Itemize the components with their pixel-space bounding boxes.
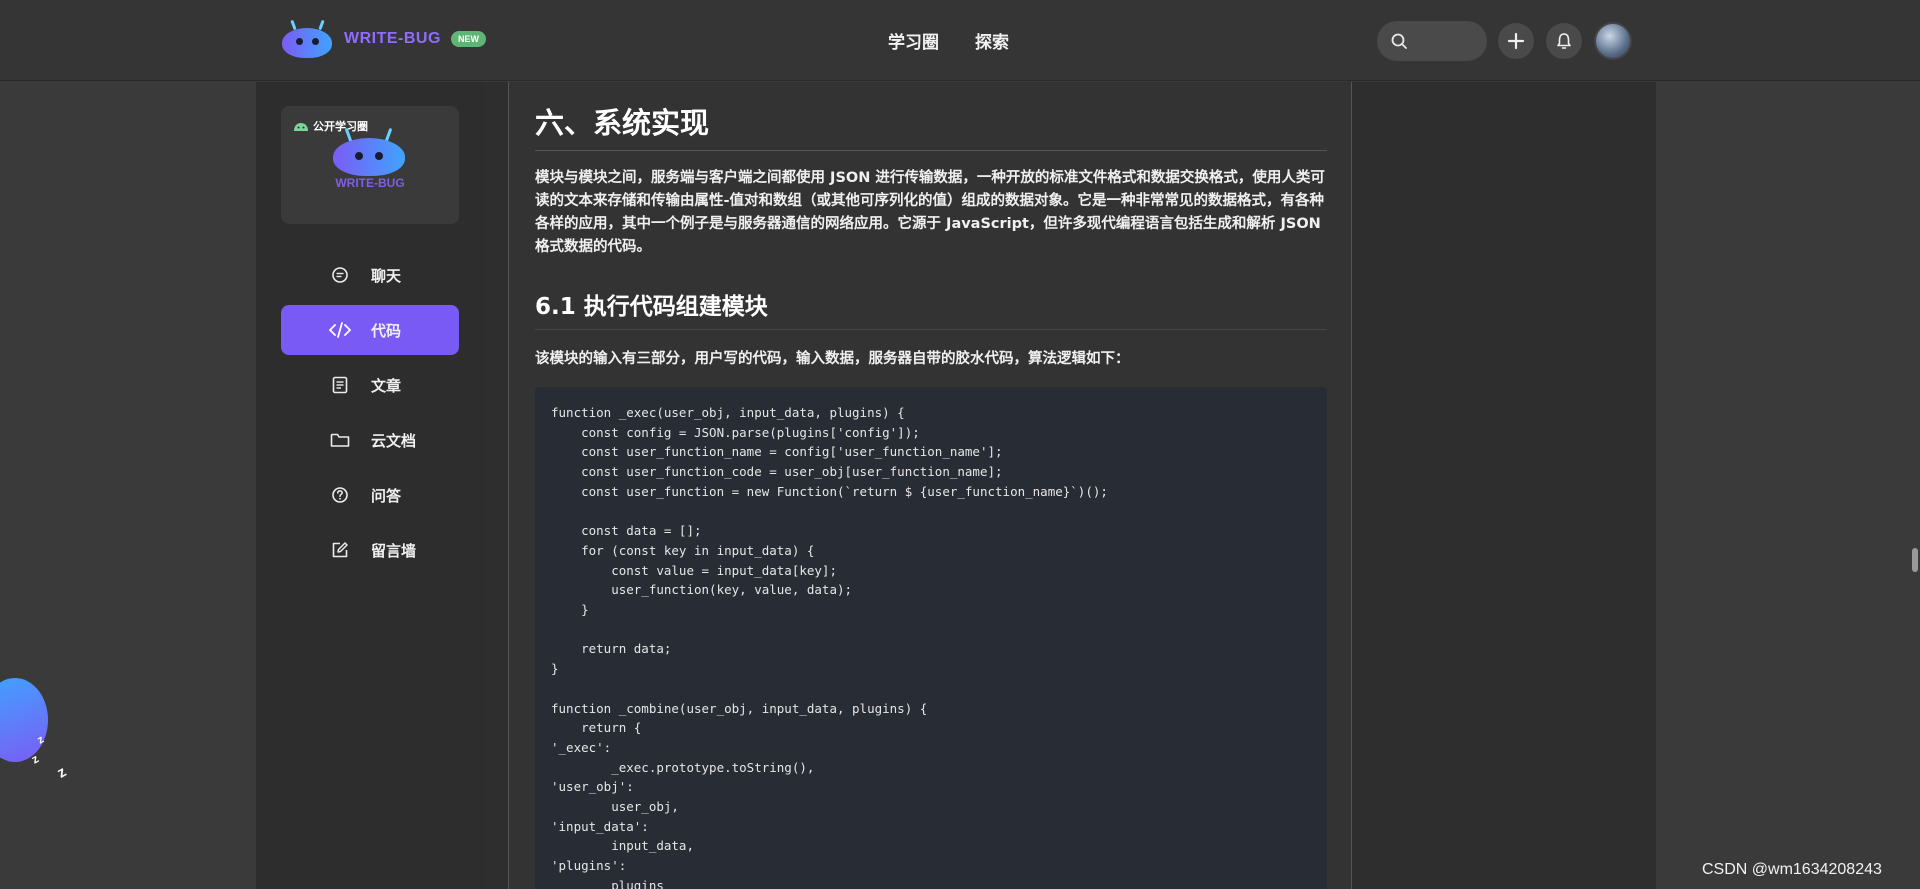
android-icon <box>294 122 308 131</box>
circle-name: WRITE-BUG <box>335 176 405 190</box>
edit-icon <box>329 541 351 559</box>
sidebar-item-qa[interactable]: 问答 <box>281 470 459 520</box>
sidebar-item-cloud-docs[interactable]: 云文档 <box>281 415 459 465</box>
sidebar-item-message-wall[interactable]: 留言墙 <box>281 525 459 575</box>
sidebar-item-chat[interactable]: 聊天 <box>281 250 459 300</box>
code-icon <box>329 322 351 338</box>
bell-icon <box>1557 33 1571 49</box>
sidebar-item-label: 聊天 <box>371 266 402 285</box>
brand-name: WRITE-BUG <box>344 30 441 47</box>
code-block[interactable]: function _exec(user_obj, input_data, plu… <box>535 387 1327 889</box>
article-panel: 六、系统实现 模块与模块之间，服务端与客户端之间都使用 JSON 进行传输数据，… <box>508 82 1352 889</box>
notifications-button[interactable] <box>1546 23 1582 59</box>
scrollbar-thumb[interactable] <box>1912 548 1918 572</box>
circle-mascot-icon <box>333 127 405 176</box>
add-button[interactable] <box>1498 23 1534 59</box>
article-body: 六、系统实现 模块与模块之间，服务端与客户端之间都使用 JSON 进行传输数据，… <box>535 100 1327 889</box>
search-icon <box>1391 33 1407 49</box>
top-bar: WRITE-BUG NEW 学习圈 探索 <box>0 0 1920 81</box>
sidebar-item-label: 代码 <box>371 321 402 340</box>
nav-study-circle[interactable]: 学习圈 <box>888 28 939 53</box>
page-scrollbar[interactable] <box>1910 82 1920 889</box>
sleeping-mascot-icon <box>0 678 48 762</box>
question-icon <box>329 486 351 504</box>
subsection-heading: 6.1 执行代码组建模块 <box>535 287 1327 330</box>
brand-logo[interactable]: WRITE-BUG NEW <box>280 19 486 58</box>
sidebar-item-label: 文章 <box>371 376 402 395</box>
search-box[interactable] <box>1377 21 1487 61</box>
article-icon <box>329 376 351 394</box>
study-circle-card[interactable]: 公开学习圈 WRITE-BUG <box>281 106 459 224</box>
sidebar-item-code[interactable]: 代码 <box>281 305 459 355</box>
module-description: 该模块的输入有三部分，用户写的代码，输入数据，服务器自带的胶水代码，算法逻辑如下… <box>535 351 1130 367</box>
chat-icon <box>329 266 351 284</box>
new-badge: NEW <box>450 31 486 47</box>
user-avatar[interactable] <box>1594 22 1632 60</box>
sleeping-mascot[interactable]: z z z <box>0 672 69 782</box>
folder-icon <box>329 432 351 448</box>
nav-explore[interactable]: 探索 <box>975 28 1009 53</box>
sidebar: 公开学习圈 WRITE-BUG 聊天 代码 文章 云文档 问答 留言墙 <box>256 82 484 889</box>
sleep-z-icon: z <box>28 751 42 767</box>
sleep-z-icon: z <box>54 763 70 782</box>
sidebar-item-label: 问答 <box>371 486 402 505</box>
sidebar-item-article[interactable]: 文章 <box>281 360 459 410</box>
right-panel <box>1352 82 1656 889</box>
main-nav: 学习圈 探索 <box>888 28 1009 53</box>
mascot-logo-icon <box>280 19 334 58</box>
sidebar-item-label: 留言墙 <box>371 541 417 560</box>
csdn-watermark: CSDN @wm1634208243 <box>1702 861 1882 878</box>
sidebar-menu: 聊天 代码 文章 云文档 问答 留言墙 <box>281 250 459 580</box>
sidebar-item-label: 云文档 <box>371 431 417 450</box>
intro-paragraph: 模块与模块之间，服务端与客户端之间都使用 JSON 进行传输数据，一种开放的标准… <box>535 170 1325 255</box>
section-heading: 六、系统实现 <box>535 100 1327 151</box>
plus-icon <box>1507 32 1525 50</box>
